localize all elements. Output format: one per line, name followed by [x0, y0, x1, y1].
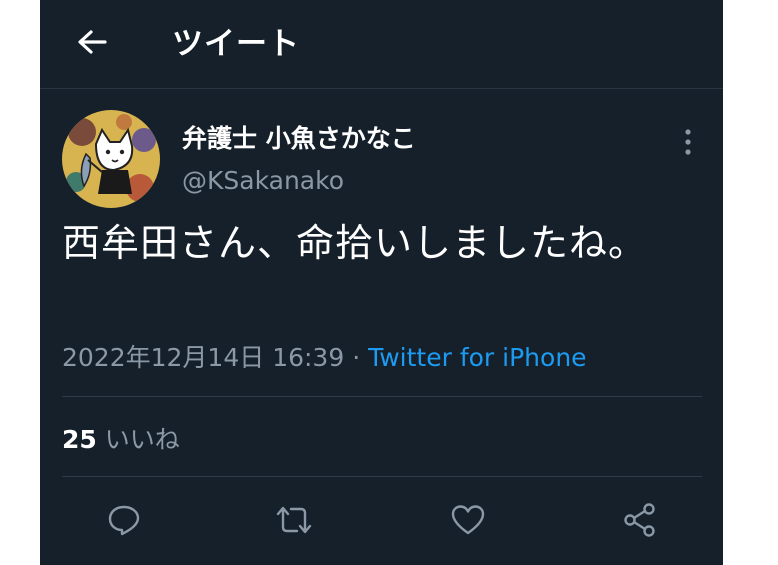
divider [62, 476, 702, 477]
avatar-image [62, 110, 160, 208]
back-button[interactable] [70, 22, 114, 62]
tweet-meta: 2022年12月14日 16:39 · Twitter for iPhone [62, 338, 587, 374]
share-icon [624, 503, 655, 537]
tweet-timestamp[interactable]: 2022年12月14日 16:39 [62, 343, 344, 372]
page-title: ツイート [172, 26, 300, 62]
top-bar: ツイート [40, 0, 723, 89]
author-handle[interactable]: @KSakanako [182, 166, 344, 195]
likes-number: 25 [62, 425, 97, 454]
heart-icon [451, 505, 485, 535]
tweet-screen: ツイート 弁護士 小魚さかなこ @KSakanako 西牟田さん、命拾いしました… [40, 0, 723, 565]
tweet-text: 西牟田さん、命拾いしましたね。 [62, 221, 648, 265]
author-display-name[interactable]: 弁護士 小魚さかなこ [182, 119, 416, 155]
reply-button[interactable] [102, 498, 146, 542]
meta-separator: · [344, 343, 369, 372]
likes-label: いいね [104, 425, 180, 454]
more-options-button[interactable] [676, 124, 700, 160]
avatar[interactable] [62, 110, 160, 208]
reply-icon [108, 505, 140, 536]
retweet-icon [276, 506, 312, 534]
arrow-left-icon [78, 30, 107, 54]
share-button[interactable] [618, 498, 662, 542]
divider [62, 396, 702, 397]
like-button[interactable] [446, 498, 490, 542]
retweet-button[interactable] [272, 498, 316, 542]
tweet-source-link[interactable]: Twitter for iPhone [368, 343, 586, 372]
likes-count[interactable]: 25 いいね [62, 420, 180, 456]
more-vertical-icon [685, 129, 691, 155]
